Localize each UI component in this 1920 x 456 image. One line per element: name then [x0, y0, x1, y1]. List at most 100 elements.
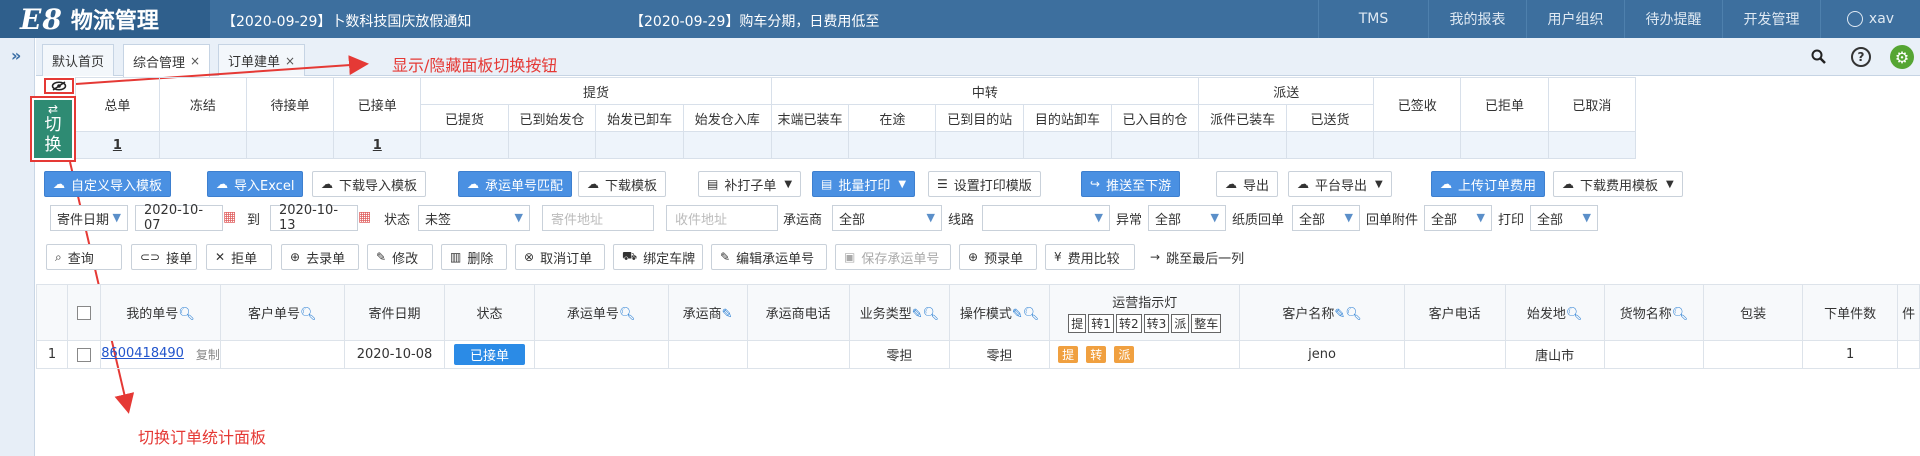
col-status[interactable]: 状态	[444, 284, 535, 341]
search-icon[interactable]: 🔍︎	[1566, 307, 1583, 322]
col-biz-type[interactable]: 业务类型✎🔍︎	[848, 284, 950, 341]
help-icon[interactable]: ?	[1848, 44, 1874, 70]
stat-value[interactable]	[1110, 131, 1200, 159]
fee-compare-button[interactable]: ¥ 费用比较	[1045, 244, 1135, 270]
nav-tms[interactable]: TMS	[1318, 0, 1428, 38]
status-select[interactable]: 未签 ▼	[418, 205, 530, 231]
col-origin[interactable]: 始发地🔍︎	[1504, 284, 1605, 341]
search-icon[interactable]: 🔍︎	[1672, 307, 1689, 322]
row-checkbox[interactable]	[77, 347, 92, 362]
stat-value[interactable]	[1198, 131, 1287, 159]
download-template-button[interactable]: ☁ 下载模板	[578, 171, 667, 197]
search-icon[interactable]: 🔍︎	[178, 307, 195, 322]
light-filter-pickup[interactable]: 提	[1068, 314, 1087, 333]
pencil-icon[interactable]: ✎	[1334, 307, 1345, 322]
light-filter-dispatch[interactable]: 派	[1171, 314, 1190, 333]
gear-icon[interactable]: ⚙	[1888, 44, 1916, 70]
stat-value-total[interactable]: 1	[74, 131, 160, 159]
light-filter-transit1[interactable]: 转1	[1088, 314, 1114, 333]
pencil-icon[interactable]: ✎	[912, 307, 923, 322]
print-template-settings-button[interactable]: ☰ 设置打印模版	[928, 171, 1041, 197]
col-carrier-no[interactable]: 承运单号🔍︎	[533, 284, 669, 341]
receiver-address-input[interactable]: 收件地址	[666, 205, 778, 231]
delete-button[interactable]: ▥ 删除	[441, 244, 507, 270]
light-filter-full-truck[interactable]: 整车	[1191, 314, 1222, 333]
stat-value-accepted[interactable]: 1	[333, 131, 422, 159]
route-select[interactable]: ▼	[982, 205, 1110, 231]
go-entry-button[interactable]: ⊕ 去录单	[281, 244, 359, 270]
stat-value[interactable]	[158, 131, 247, 159]
date-type-select[interactable]: 寄件日期 ▼	[50, 205, 128, 231]
receipt-attachment-select[interactable]: 全部 ▼	[1424, 205, 1492, 231]
paper-receipt-select[interactable]: 全部 ▼	[1292, 205, 1360, 231]
my-no-link[interactable]: 8600418490	[102, 346, 184, 361]
tab-order-entry[interactable]: 订单建单 ×	[218, 44, 306, 76]
stat-value[interactable]	[935, 131, 1025, 159]
pre-entry-button[interactable]: ⊕ 预录单	[959, 244, 1037, 270]
search-icon[interactable]	[1806, 44, 1832, 70]
col-send-date[interactable]: 寄件日期	[343, 284, 446, 341]
col-op-mode[interactable]: 操作模式✎🔍︎	[948, 284, 1051, 341]
stat-value[interactable]	[1285, 131, 1375, 159]
push-downstream-button[interactable]: ↪ 推送至下游	[1081, 171, 1181, 197]
stat-value[interactable]	[1547, 131, 1637, 159]
stat-value[interactable]	[245, 131, 335, 159]
col-my-no[interactable]: 我的单号🔍︎	[100, 284, 221, 341]
abnormal-select[interactable]: 全部 ▼	[1148, 205, 1226, 231]
date-from-input[interactable]: 2020-10-07	[135, 203, 223, 233]
tab-home[interactable]: 默认首页	[42, 44, 115, 76]
close-icon[interactable]: ×	[190, 54, 200, 68]
nav-my-reports[interactable]: 我的报表	[1428, 0, 1526, 38]
import-excel-button[interactable]: ☁ 导入Excel	[207, 171, 304, 197]
col-packing[interactable]: 包装	[1703, 284, 1804, 341]
cancel-order-button[interactable]: ⊗ 取消订单	[515, 244, 605, 270]
query-button[interactable]: ⌕ 查询	[46, 244, 122, 270]
carrier-number-match-button[interactable]: ☁ 承运单号匹配	[458, 171, 573, 197]
stat-value[interactable]	[507, 131, 597, 159]
col-goods-name[interactable]: 货物名称🔍︎	[1603, 284, 1705, 341]
nav-user[interactable]: xav	[1820, 0, 1920, 38]
download-import-template-button[interactable]: ☁ 下载导入模板	[312, 171, 427, 197]
date-to-input[interactable]: 2020-10-13	[270, 203, 358, 233]
nav-todo[interactable]: 待办提醒	[1624, 0, 1722, 38]
search-icon[interactable]: 🔍︎	[923, 307, 940, 322]
select-all-checkbox[interactable]	[77, 305, 92, 320]
edit-carrier-number-button[interactable]: ✎ 编辑承运单号	[711, 244, 827, 270]
nav-user-org[interactable]: 用户组织	[1526, 0, 1624, 38]
switch-stats-button[interactable]: ⇄ 切 换	[34, 100, 72, 158]
print-select[interactable]: 全部 ▼	[1530, 205, 1598, 231]
notice-2[interactable]: 【2020-09-29】购车分期，日费用低至	[630, 11, 879, 31]
light-filter-transit2[interactable]: 转2	[1115, 314, 1142, 333]
save-carrier-number-button[interactable]: ▣ 保存承运单号	[835, 244, 951, 270]
stat-value[interactable]	[1373, 131, 1462, 159]
sender-address-input[interactable]: 寄件地址	[542, 205, 654, 231]
pencil-icon[interactable]: ✎	[722, 307, 733, 322]
notice-1[interactable]: 【2020-09-29】卜数科技国庆放假通知	[222, 11, 471, 31]
col-more[interactable]: 件	[1897, 284, 1920, 341]
col-order-qty[interactable]: 下单件数	[1802, 284, 1899, 341]
tab-integrated-management[interactable]: 综合管理 ×	[123, 44, 211, 77]
stat-value[interactable]	[682, 131, 772, 159]
search-icon[interactable]: 🔍︎	[300, 307, 317, 322]
accept-order-button[interactable]: ⊂⊃ 接单	[131, 244, 197, 270]
col-customer-no[interactable]: 客户单号🔍︎	[219, 284, 345, 341]
search-icon[interactable]: 🔍︎	[1023, 307, 1040, 322]
search-icon[interactable]: 🔍︎	[619, 307, 636, 322]
jump-last-column-button[interactable]: → 跳至最后一列	[1141, 244, 1259, 270]
batch-print-button[interactable]: ▤ 批量打印 ▼	[812, 171, 916, 197]
col-customer-phone[interactable]: 客户电话	[1403, 284, 1506, 341]
stat-value[interactable]	[595, 131, 684, 159]
table-row[interactable]: 1 8600418490 复制 2020-10-08 已接单 零担 零担 提 转 …	[35, 340, 1920, 369]
stat-value[interactable]	[1460, 131, 1549, 159]
stat-value[interactable]	[770, 131, 850, 159]
custom-import-template-button[interactable]: ☁ 自定义导入模板	[44, 171, 172, 197]
light-filter-transit3[interactable]: 转3	[1143, 314, 1170, 333]
carrier-select[interactable]: 全部 ▼	[832, 205, 942, 231]
close-icon[interactable]: ×	[285, 54, 295, 68]
export-button[interactable]: ☁ 导出	[1216, 171, 1279, 197]
stat-value[interactable]	[420, 131, 509, 159]
reprint-sub-order-button[interactable]: ▤ 补打子单 ▼	[698, 171, 802, 197]
calendar-icon[interactable]: ▦	[358, 209, 371, 225]
platform-export-button[interactable]: ☁ 平台导出 ▼	[1288, 171, 1392, 197]
upload-order-fee-button[interactable]: ☁ 上传订单费用	[1431, 171, 1546, 197]
